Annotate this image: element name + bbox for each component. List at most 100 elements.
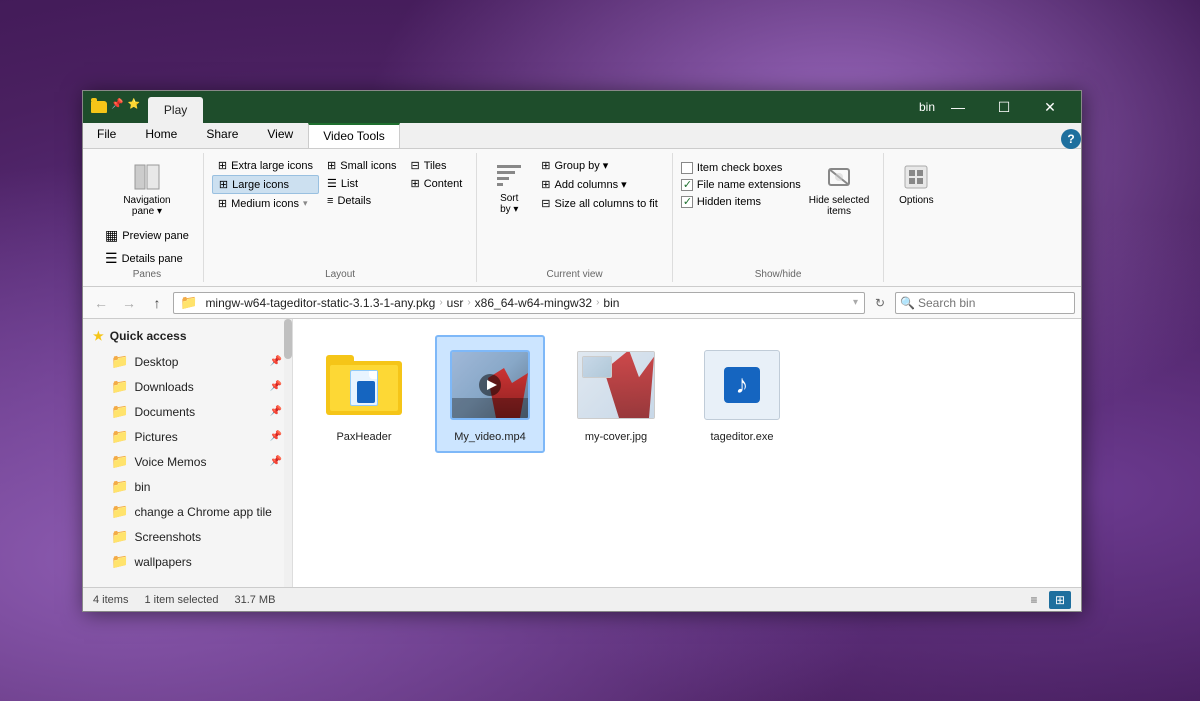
ribbon-content: Navigationpane ▾ ▦ Preview pane ☰ Detail… [83, 149, 1081, 287]
sidebar-item-bin[interactable]: 📁 bin [83, 474, 292, 499]
folder-thumb-paxheader [326, 355, 402, 415]
quick-access-icon [91, 99, 107, 115]
screenshots-folder-icon: 📁 [111, 528, 128, 545]
sidebar-item-voice-memos[interactable]: 📁 Voice Memos 📌 [83, 449, 292, 474]
back-button[interactable]: ← [89, 291, 113, 315]
show-hide-content: Item check boxes File name extensions Hi… [681, 153, 876, 269]
hide-selected-icon [823, 161, 855, 193]
medium-icon: ⊞ [218, 197, 227, 210]
downloads-pin-icon: 📌 [270, 381, 282, 392]
star-icon-sidebar: ★ [93, 329, 104, 343]
wallpapers-label: wallpapers [134, 555, 191, 569]
maximize-button[interactable]: ☐ [981, 91, 1027, 123]
add-columns-button[interactable]: ⊞ Add columns ▾ [535, 176, 664, 193]
items-count: 4 items [93, 594, 128, 606]
file-item-exe[interactable]: ♪ tageditor.exe [687, 335, 797, 453]
creative-cloud-header[interactable]: ☁ Creative Cloud Files ▾ [83, 582, 292, 587]
desktop-label: Desktop [134, 355, 178, 369]
preview-pane-button[interactable]: ▦ Preview pane [99, 225, 195, 246]
preview-icon: ▦ [105, 227, 118, 244]
sidebar-item-chrome[interactable]: 📁 change a Chrome app tile [83, 499, 292, 524]
nav-pane-label: Navigationpane ▾ [123, 195, 170, 217]
list-btn[interactable]: ☰ List [321, 175, 402, 192]
forward-button[interactable]: → [117, 291, 141, 315]
bin-label: bin [134, 480, 150, 494]
help-button[interactable]: ? [1061, 129, 1081, 149]
file-item-paxheader[interactable]: PaxHeader [309, 335, 419, 453]
grid-view-toggle[interactable]: ⊞ [1049, 591, 1071, 609]
sidebar-scrollbar[interactable] [284, 319, 292, 587]
file-item-image[interactable]: my-cover.jpg [561, 335, 671, 453]
large-icons-btn[interactable]: ⊞ Large icons [212, 175, 319, 194]
sidebar-item-downloads[interactable]: 📁 Downloads 📌 [83, 374, 292, 399]
file-item-video[interactable]: My_video.mp4 [435, 335, 545, 453]
sidebar-item-desktop[interactable]: 📁 Desktop 📌 [83, 349, 292, 374]
list-view-toggle[interactable]: ≡ [1023, 591, 1045, 609]
file-name-ext-cb[interactable] [681, 179, 693, 191]
content-btn[interactable]: ⊞ Content [405, 175, 469, 192]
item-check-boxes-row[interactable]: Item check boxes [681, 161, 801, 175]
ribbon-tab-video-tools[interactable]: Video Tools [308, 123, 400, 148]
ribbon-tab-file[interactable]: File [83, 123, 131, 148]
sidebar-item-pictures[interactable]: 📁 Pictures 📌 [83, 424, 292, 449]
path-seg-1[interactable]: mingw-w64-tageditor-static-3.1.3-1-any.p… [205, 296, 435, 310]
current-view-content: Sortby ▾ ⊞ Group by ▾ ⊞ Add columns ▾ ⊟ … [485, 153, 664, 269]
title-tab-play[interactable]: Play [148, 97, 203, 123]
medium-icons-btn[interactable]: ⊞ Medium icons ▾ [212, 195, 319, 212]
sidebar-item-documents[interactable]: 📁 Documents 📌 [83, 399, 292, 424]
documents-pin-icon: 📌 [270, 406, 282, 417]
pictures-folder-icon: 📁 [111, 428, 128, 445]
sidebar-item-screenshots[interactable]: 📁 Screenshots [83, 524, 292, 549]
group-by-button[interactable]: ⊞ Group by ▾ [535, 157, 664, 174]
sidebar-scroll-thumb[interactable] [284, 319, 292, 359]
exe-thumb-container: ♪ [704, 350, 780, 420]
details-pane-button[interactable]: ☰ Details pane [99, 248, 189, 269]
img-preview-fill [583, 357, 611, 377]
nav-pane-button[interactable]: Navigationpane ▾ [117, 157, 176, 221]
ribbon-tab-share[interactable]: Share [192, 123, 253, 148]
options-button[interactable]: Options [892, 157, 940, 210]
path-dropdown-arrow[interactable]: ▾ [853, 297, 858, 308]
extra-large-icon: ⊞ [218, 159, 227, 172]
layout-label: Layout [325, 269, 355, 282]
up-button[interactable]: ↑ [145, 291, 169, 315]
quick-access-label: Quick access [110, 329, 187, 343]
small-icons-btn[interactable]: ⊞ Small icons [321, 157, 402, 174]
item-check-boxes-cb[interactable] [681, 162, 693, 174]
img-thumb-container [577, 351, 655, 419]
refresh-button[interactable]: ↻ [869, 292, 891, 314]
minimize-button[interactable]: — [935, 91, 981, 123]
details-btn[interactable]: ≡ Details [321, 193, 402, 209]
path-seg-4[interactable]: bin [603, 296, 619, 310]
exe-icon-svg: ♪ [718, 361, 766, 409]
address-path[interactable]: 📁 mingw-w64-tageditor-static-3.1.3-1-any… [173, 292, 865, 314]
ribbon-tab-view[interactable]: View [253, 123, 308, 148]
file-size: 31.7 MB [234, 594, 275, 606]
file-grid: PaxHeader [309, 335, 1065, 453]
extra-large-icons-btn[interactable]: ⊞ Extra large icons [212, 157, 319, 174]
path-seg-3[interactable]: x86_64-w64-mingw32 [475, 296, 592, 310]
options-content: Options [892, 153, 940, 280]
ribbon-tab-home[interactable]: Home [131, 123, 192, 148]
path-seg-2[interactable]: usr [447, 296, 464, 310]
hidden-items-row[interactable]: Hidden items [681, 195, 801, 209]
pictures-pin-icon: 📌 [270, 431, 282, 442]
add-columns-icon: ⊞ [541, 178, 550, 191]
sort-by-button[interactable]: Sortby ▾ [485, 157, 533, 217]
video-thumb [450, 345, 530, 425]
tiles-btn[interactable]: ⊟ Tiles [405, 157, 469, 174]
search-input[interactable] [895, 292, 1075, 314]
panes-label: Panes [133, 269, 161, 282]
selected-info: 1 item selected [144, 594, 218, 606]
quick-access-header[interactable]: ★ Quick access [83, 323, 292, 349]
hidden-items-cb[interactable] [681, 196, 693, 208]
close-button[interactable]: ✕ [1027, 91, 1073, 123]
ribbon-group-panes: Navigationpane ▾ ▦ Preview pane ☰ Detail… [91, 153, 204, 282]
path-arrow-3: › [596, 297, 599, 308]
hide-selected-button[interactable]: Hide selecteditems [803, 157, 876, 221]
size-columns-button[interactable]: ⊟ Size all columns to fit [535, 195, 664, 212]
downloads-folder-icon: 📁 [111, 378, 128, 395]
file-name-ext-row[interactable]: File name extensions [681, 178, 801, 192]
sidebar-item-wallpapers[interactable]: 📁 wallpapers [83, 549, 292, 574]
sort-icon [493, 159, 525, 191]
